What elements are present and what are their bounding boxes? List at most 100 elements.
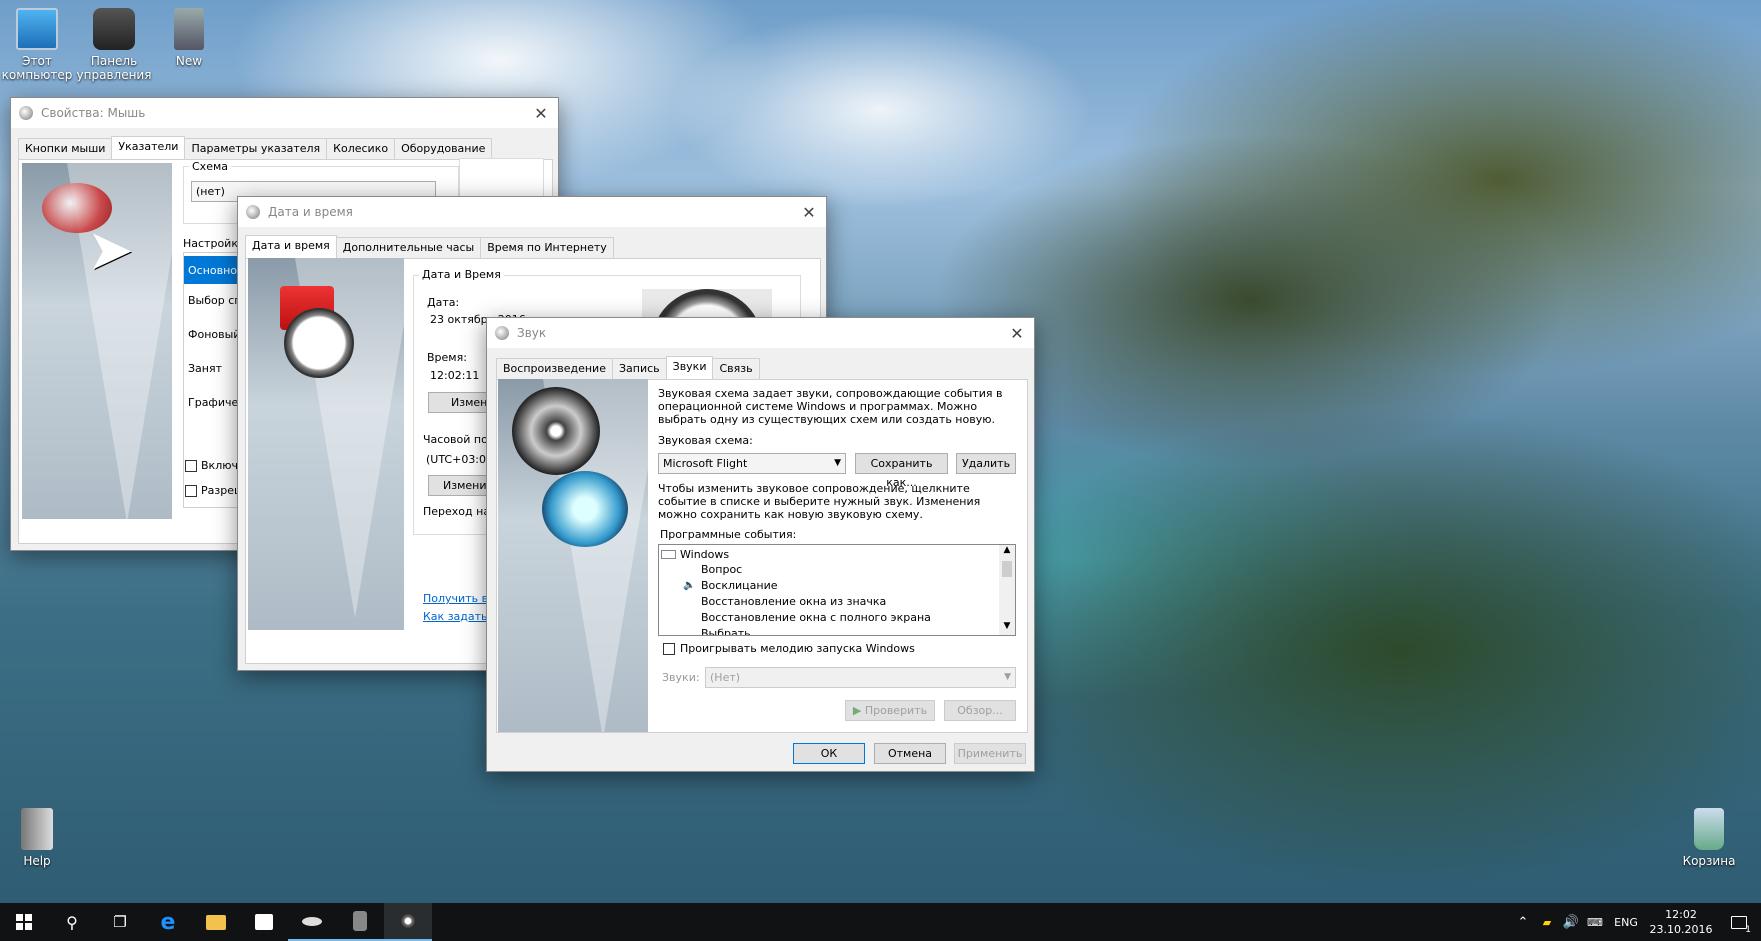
apply-button[interactable]: Применить [954, 743, 1026, 764]
close-icon[interactable]: ✕ [792, 197, 826, 227]
settings-label: Настройка [183, 237, 245, 250]
window-title: Звук [517, 326, 547, 340]
sounds-select[interactable]: (Нет) ▼ [705, 667, 1016, 688]
title-bar[interactable]: Звук ✕ [487, 318, 1034, 348]
vertical-scrollbar[interactable]: ▲ ▼ [999, 545, 1015, 635]
list-item[interactable]: Выбор сп [188, 294, 241, 307]
tab-recording[interactable]: Запись [611, 358, 667, 379]
sound-taskbar-icon[interactable] [384, 903, 432, 941]
close-icon[interactable]: ✕ [1000, 318, 1034, 348]
window-title: Дата и время [268, 205, 353, 219]
events-label: Программные события: [660, 528, 797, 541]
desktop-icon-control-panel[interactable]: Панель управления [72, 8, 156, 82]
ok-button[interactable]: ОК [793, 743, 865, 764]
date-time-group-title: Дата и Время [419, 268, 504, 281]
monitor-icon [16, 8, 58, 50]
mouse-properties-taskbar-icon[interactable] [288, 903, 336, 941]
control-panel-taskbar-icon[interactable] [336, 903, 384, 941]
start-button[interactable] [0, 903, 48, 941]
tab-hardware[interactable]: Оборудование [394, 138, 493, 159]
list-item[interactable]: Вопрос [701, 563, 742, 576]
event-label: Windows [680, 548, 730, 561]
tab-sounds[interactable]: Звуки [665, 356, 714, 379]
time-value: 12:02:11 [430, 369, 480, 382]
desktop-icon-label: Корзина [1682, 854, 1736, 868]
list-item[interactable]: Занят [188, 362, 222, 375]
play-icon: ▶ [852, 704, 862, 717]
clock[interactable]: 12:02 23.10.2016 [1645, 907, 1717, 937]
tab-additional-clocks[interactable]: Дополнительные часы [335, 237, 482, 258]
delete-button[interactable]: Удалить [956, 453, 1016, 474]
list-item[interactable]: Выбрать [701, 627, 751, 635]
language-indicator[interactable]: ENG [1607, 916, 1645, 929]
desktop-icon-new[interactable]: New [147, 8, 231, 68]
scroll-thumb[interactable] [1002, 561, 1012, 577]
time-label: Время: [427, 351, 467, 364]
store-icon[interactable] [240, 903, 288, 941]
sound-scheme-select[interactable]: Microsoft Flight ▼ [658, 453, 846, 474]
taskbar: ⚲ ❐ e ⌃ ▰ 🔊 ⌨ ENG 12:02 23.10.2016 1 [0, 903, 1761, 941]
search-icon[interactable]: ⚲ [48, 903, 96, 941]
allow-themes-checkbox[interactable] [185, 485, 197, 497]
desktop-icon-this-pc[interactable]: Этот компьютер [0, 8, 79, 82]
list-item-windows[interactable]: Windows [661, 547, 735, 562]
list-item[interactable]: Восстановление окна с полного экрана [701, 611, 931, 624]
desktop-icon-label: компьютер [1, 68, 73, 82]
list-item[interactable]: Основной [184, 256, 244, 284]
scheme-label: Схема [189, 160, 231, 173]
expand-collapse-icon [661, 550, 676, 559]
task-view-icon[interactable]: ❐ [96, 903, 144, 941]
title-bar[interactable]: Свойства: Мышь ✕ [11, 98, 558, 128]
timezone-value: (UTC+03:00 [426, 453, 494, 466]
tab-date-time[interactable]: Дата и время [245, 235, 337, 258]
list-item[interactable]: Графичес [188, 396, 244, 409]
tab-communications[interactable]: Связь [712, 358, 760, 379]
control-panel-icon [93, 8, 135, 50]
clock-date: 23.10.2016 [1649, 923, 1713, 936]
scroll-down-icon[interactable]: ▼ [999, 621, 1015, 635]
desktop-icon-recycle-bin[interactable]: Корзина [1667, 808, 1751, 868]
save-as-button[interactable]: Сохранить как... [855, 453, 948, 489]
desktop-icon-help[interactable]: Help [0, 808, 79, 868]
close-icon[interactable]: ✕ [524, 98, 558, 128]
scroll-up-icon[interactable]: ▲ [999, 545, 1015, 559]
tab-pointers[interactable]: Указатели [111, 136, 186, 159]
list-item[interactable]: Восклицание [701, 579, 777, 592]
mouse-illustration: ➤ [22, 163, 172, 519]
desktop-icon-label: Help [23, 854, 51, 868]
instructions-text: Чтобы изменить звуковое сопровождение, щ… [658, 482, 981, 521]
input-method-icon[interactable]: ⌨ [1583, 916, 1607, 929]
edge-browser-icon[interactable]: e [144, 903, 192, 941]
test-button[interactable]: ▶ Проверить [845, 700, 935, 721]
sound-window[interactable]: Звук ✕ Воспроизведение Запись Звуки Связ… [486, 317, 1035, 772]
tab-mouse-buttons[interactable]: Кнопки мыши [18, 138, 113, 159]
tab-internet-time[interactable]: Время по Интернету [480, 237, 614, 258]
file-explorer-icon[interactable] [192, 903, 240, 941]
enable-shadow-checkbox[interactable] [185, 460, 197, 472]
tab-wheel[interactable]: Колесико [326, 138, 396, 159]
desktop-icon-label: управления [76, 68, 152, 82]
timezone-label: Часовой по [423, 433, 488, 446]
help-book-icon [21, 808, 53, 850]
list-item[interactable]: Фоновый [188, 328, 240, 341]
cancel-button[interactable]: Отмена [874, 743, 946, 764]
desktop-icon-label: New [175, 54, 203, 68]
speaker-headphones-illustration [498, 379, 648, 732]
desktop-icon-label: Панель [90, 54, 138, 68]
tab-pointer-options[interactable]: Параметры указателя [184, 138, 328, 159]
notification-center-icon[interactable]: 1 [1717, 903, 1761, 941]
chevron-up-icon[interactable]: ⌃ [1511, 915, 1535, 930]
tab-bar: Дата и время Дополнительные часы Время п… [245, 235, 614, 258]
browse-button[interactable]: Обзор... [944, 700, 1016, 721]
get-more-info-link[interactable]: Получить в [423, 592, 488, 605]
events-list[interactable]: Windows Вопрос 🔈 Восклицание Восстановле… [658, 544, 1016, 636]
network-warning-icon[interactable]: ▰ [1535, 916, 1559, 929]
clock-face-icon [284, 308, 354, 378]
list-item[interactable]: Восстановление окна из значка [701, 595, 886, 608]
volume-icon[interactable]: 🔊 [1559, 915, 1583, 930]
speaker-small-icon: 🔈 [683, 580, 696, 591]
play-startup-checkbox[interactable] [663, 643, 675, 655]
title-bar[interactable]: Дата и время ✕ [238, 197, 826, 227]
speaker-cone-icon [512, 387, 600, 475]
tab-playback[interactable]: Воспроизведение [496, 358, 613, 379]
